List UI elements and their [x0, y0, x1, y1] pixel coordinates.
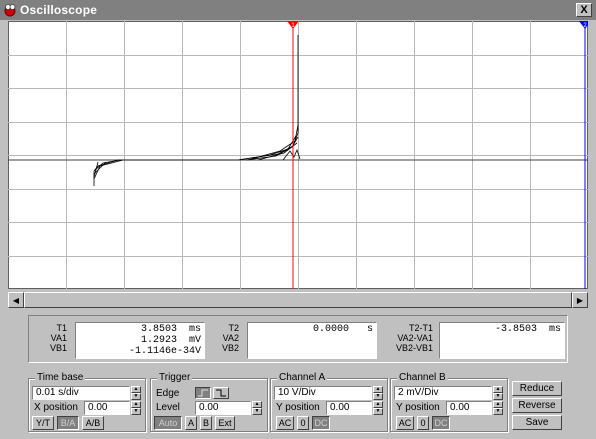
up-arrow-icon[interactable]: ▲ — [493, 401, 503, 408]
trigger-b-button[interactable]: B — [200, 416, 212, 430]
diff-labels: T2-T1 VA2-VA1 VB2-VB1 — [395, 323, 433, 353]
down-arrow-icon[interactable]: ▼ — [131, 408, 141, 415]
mode-yt-button[interactable]: Y/T — [32, 416, 54, 430]
left-arrow-icon: ◀ — [12, 295, 20, 305]
scope-display[interactable]: 1 2 — [8, 21, 588, 289]
up-arrow-icon[interactable]: ▲ — [131, 386, 141, 393]
trigger-title: Trigger — [157, 372, 193, 384]
timebase-group: Time base 0.01 s/div ▲ ▼ X position 0.00… — [28, 372, 146, 432]
channel-a-group: Channel A 10 V/Div ▲ ▼ Y position 0.00 ▲… — [270, 372, 388, 432]
t2-t1-value: -3.8503 ms — [494, 324, 561, 335]
channel-b-scale-spinner[interactable]: ▲ ▼ — [493, 386, 503, 400]
channel-a-ypos-input[interactable]: 0.00 — [326, 401, 372, 415]
t2-time-value: 0.0000 s — [312, 324, 373, 335]
channel-b-group: Channel B 2 mV/Div ▲ ▼ Y position 0.00 ▲… — [390, 372, 508, 432]
trigger-level-spinner[interactable]: ▲ ▼ — [252, 401, 262, 415]
trigger-auto-button[interactable]: Auto — [154, 416, 182, 430]
down-arrow-icon[interactable]: ▼ — [373, 393, 383, 400]
close-icon: X — [580, 3, 588, 16]
va1-value: 1.2923 mV — [140, 335, 201, 346]
channel-a-zero-button[interactable]: 0 — [297, 416, 309, 430]
rising-edge-icon — [198, 389, 208, 397]
scroll-right-button[interactable]: ▶ — [572, 292, 588, 308]
channel-a-scale-spinner[interactable]: ▲ ▼ — [373, 386, 383, 400]
right-arrow-icon: ▶ — [576, 295, 584, 305]
channel-a-ypos-label: Y position — [276, 402, 320, 413]
channel-b-zero-button[interactable]: 0 — [417, 416, 429, 430]
rising-edge-button[interactable] — [195, 387, 211, 399]
trigger-edge-label: Edge — [156, 388, 180, 399]
down-arrow-icon[interactable]: ▼ — [252, 408, 262, 415]
oscilloscope-app-icon — [3, 3, 17, 17]
channel-b-title: Channel B — [397, 372, 448, 384]
timebase-xpos-spinner[interactable]: ▲ ▼ — [131, 401, 141, 415]
down-arrow-icon[interactable]: ▼ — [493, 393, 503, 400]
channel-a-title: Channel A — [277, 372, 328, 384]
window-title: Oscilloscope — [20, 3, 98, 17]
trigger-level-label: Level — [156, 402, 180, 413]
t1-values-box: 3.8503 ms 1.2923 mV -1.1146e-34V — [75, 322, 205, 359]
channel-b-ypos-spinner[interactable]: ▲ ▼ — [493, 401, 503, 415]
channel-b-dc-button[interactable]: DC — [432, 416, 450, 430]
scroll-thumb[interactable] — [24, 292, 572, 308]
t1-labels: T1 VA1 VB1 — [49, 323, 67, 353]
up-arrow-icon[interactable]: ▲ — [373, 386, 383, 393]
diff-values-box: -3.8503 ms — [439, 322, 565, 359]
save-button[interactable]: Save — [512, 415, 562, 430]
title-bar[interactable]: Oscilloscope X — [0, 0, 596, 20]
up-arrow-icon[interactable]: ▲ — [493, 386, 503, 393]
readout-panel: T1 VA1 VB1 3.8503 ms 1.2923 mV -1.1146e-… — [28, 315, 568, 363]
channel-a-ac-button[interactable]: AC — [276, 416, 294, 430]
mode-ba-button[interactable]: B/A — [57, 416, 79, 430]
trigger-ext-button[interactable]: Ext — [215, 416, 235, 430]
vb1-value: -1.1146e-34V — [128, 346, 201, 357]
trigger-group: Trigger Edge Level 0.00 ▲ ▼ Auto A B Ext — [150, 372, 268, 432]
t2-labels: T2 VA2 VB2 — [221, 323, 239, 353]
channel-b-ac-button[interactable]: AC — [396, 416, 414, 430]
trigger-level-input[interactable]: 0.00 — [195, 401, 251, 415]
down-arrow-icon[interactable]: ▼ — [493, 408, 503, 415]
up-arrow-icon[interactable]: ▲ — [373, 401, 383, 408]
reverse-button[interactable]: Reverse — [512, 398, 562, 413]
timebase-select[interactable]: 0.01 s/div — [32, 386, 130, 400]
horizontal-scrollbar[interactable]: ◀ ▶ — [8, 292, 588, 308]
down-arrow-icon[interactable]: ▼ — [373, 408, 383, 415]
scroll-left-button[interactable]: ◀ — [8, 292, 24, 308]
falling-edge-icon — [216, 389, 226, 397]
channel-b-scale-select[interactable]: 2 mV/Div — [394, 386, 492, 400]
t2-values-box: 0.0000 s — [247, 322, 377, 359]
timebase-title: Time base — [35, 372, 86, 384]
mode-ab-button[interactable]: A/B — [82, 416, 104, 430]
down-arrow-icon[interactable]: ▼ — [131, 393, 141, 400]
timebase-spinner[interactable]: ▲ ▼ — [131, 386, 141, 400]
channel-a-ypos-spinner[interactable]: ▲ ▼ — [373, 401, 383, 415]
up-arrow-icon[interactable]: ▲ — [252, 401, 262, 408]
close-button[interactable]: X — [576, 3, 592, 17]
channel-a-scale-select[interactable]: 10 V/Div — [274, 386, 372, 400]
timebase-xpos-label: X position — [34, 402, 78, 413]
channel-a-dc-button[interactable]: DC — [312, 416, 330, 430]
falling-edge-button[interactable] — [213, 387, 229, 399]
timebase-xpos-input[interactable]: 0.00 — [84, 401, 130, 415]
trigger-a-button[interactable]: A — [185, 416, 197, 430]
channel-b-ypos-label: Y position — [396, 402, 440, 413]
reduce-button[interactable]: Reduce — [512, 381, 562, 396]
up-arrow-icon[interactable]: ▲ — [131, 401, 141, 408]
t1-time-value: 3.8503 ms — [140, 324, 201, 335]
channel-b-ypos-input[interactable]: 0.00 — [446, 401, 492, 415]
